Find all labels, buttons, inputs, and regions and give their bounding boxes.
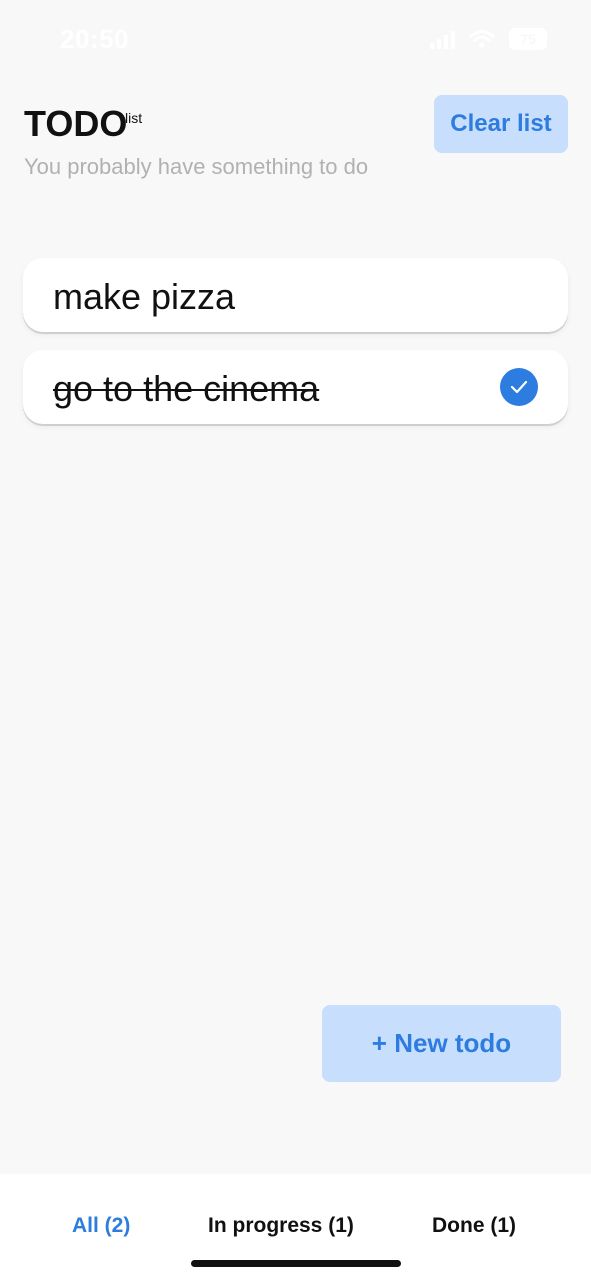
- todo-app-screen: 20:50 75 TODO list You probably have som…: [0, 0, 591, 1280]
- clear-list-button[interactable]: Clear list: [434, 95, 568, 153]
- todo-item-text: make pizza: [53, 276, 236, 317]
- page-title: TODO: [24, 103, 128, 144]
- page-subtitle: You probably have something to do: [24, 154, 369, 179]
- page-title-superscript: list: [125, 110, 143, 126]
- tab-in-progress[interactable]: In progress (1): [208, 1214, 354, 1238]
- wifi-icon: [469, 30, 495, 48]
- signal-icon: [430, 31, 455, 49]
- status-time: 20:50: [60, 24, 129, 54]
- battery-icon: 75: [509, 28, 547, 50]
- home-indicator: [191, 1260, 401, 1267]
- todo-item-text: go to the cinema: [53, 368, 320, 409]
- todo-item[interactable]: go to the cinema: [23, 350, 568, 424]
- tab-all[interactable]: All (2): [72, 1214, 130, 1238]
- status-bar: 20:50 75: [0, 0, 591, 80]
- tab-done[interactable]: Done (1): [432, 1214, 516, 1238]
- new-todo-button[interactable]: + New todo: [322, 1005, 561, 1082]
- todo-item[interactable]: make pizza: [23, 258, 568, 332]
- todo-list: make pizza go to the cinema: [23, 258, 568, 442]
- checkmark-icon[interactable]: [500, 368, 538, 406]
- status-icons: 75: [429, 26, 547, 52]
